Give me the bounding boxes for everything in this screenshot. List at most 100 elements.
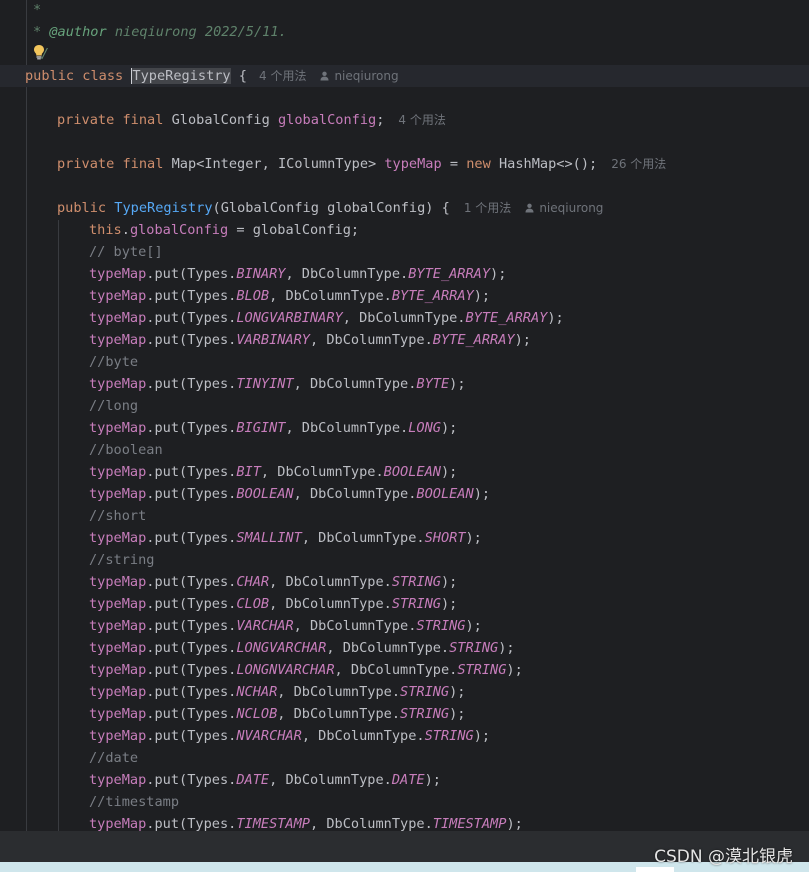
static-constant: STRING: [400, 684, 450, 700]
code-line: typeMap.put(Types.TINYINT, DbColumnType.…: [0, 373, 809, 395]
code-line: private final Map<Integer, IColumnType> …: [0, 153, 809, 175]
separator: , DbColumnType.: [301, 530, 425, 546]
brace: {: [230, 68, 247, 84]
code-line: typeMap.put(Types.NCHAR, DbColumnType.ST…: [0, 681, 809, 703]
separator: , DbColumnType.: [293, 618, 417, 634]
method-call: .put(Types.: [146, 728, 237, 744]
static-constant: BIT: [236, 464, 261, 480]
method-call: .put(Types.: [146, 332, 237, 348]
author-name: nieqiurong: [539, 201, 604, 215]
constructor-call: HashMap<>();: [498, 156, 598, 172]
field-name: typeMap: [89, 530, 147, 546]
static-constant: NCLOB: [236, 706, 278, 722]
separator: , DbColumnType.: [293, 376, 417, 392]
usages-hint[interactable]: 4 个用法: [398, 113, 445, 127]
field-name: typeMap: [89, 816, 147, 831]
call-end: );: [473, 486, 491, 502]
field-name: typeMap: [89, 728, 147, 744]
static-constant: VARBINARY: [236, 332, 310, 348]
static-constant: BIGINT: [236, 420, 286, 436]
doc-comment-star: *: [33, 24, 50, 40]
field-name: typeMap: [89, 640, 147, 656]
static-constant: CHAR: [236, 574, 270, 590]
field-name: globalConfig: [277, 112, 377, 128]
call-end: );: [473, 728, 491, 744]
dot: .: [121, 222, 130, 238]
separator: , DbColumnType.: [285, 266, 409, 282]
field-name: typeMap: [89, 266, 147, 282]
code-line: typeMap.put(Types.LONGVARCHAR, DbColumnT…: [0, 637, 809, 659]
call-end: );: [547, 310, 564, 326]
code-line: private final GlobalConfig globalConfig;…: [0, 109, 809, 131]
static-constant: STRING: [424, 728, 474, 744]
static-constant: LONGVARCHAR: [236, 640, 327, 656]
code-line: typeMap.put(Types.NVARCHAR, DbColumnType…: [0, 725, 809, 747]
static-constant: STRING: [391, 596, 441, 612]
type-name: Map<Integer, IColumnType>: [171, 156, 385, 172]
separator: , DbColumnType.: [326, 640, 450, 656]
field-name: typeMap: [89, 596, 147, 612]
method-call: .put(Types.: [146, 464, 237, 480]
assignment: = globalConfig;: [228, 222, 360, 238]
separator: , DbColumnType.: [277, 706, 401, 722]
method-call: .put(Types.: [146, 816, 237, 831]
field-name: typeMap: [89, 684, 147, 700]
method-call: .put(Types.: [146, 574, 237, 590]
separator: , DbColumnType.: [269, 574, 392, 590]
author-hint[interactable]: nieqiurong: [525, 201, 603, 215]
static-constant: CLOB: [236, 596, 270, 612]
taskbar-tab[interactable]: [636, 867, 674, 872]
code-line: typeMap.put(Types.SMALLINT, DbColumnType…: [0, 527, 809, 549]
static-constant: BOOLEAN: [383, 464, 441, 480]
watermark: CSDN @漠北银虎: [654, 847, 793, 867]
static-constant: SMALLINT: [236, 530, 302, 546]
usages-hint[interactable]: 4 个用法: [259, 69, 306, 83]
static-constant: LONG: [408, 420, 441, 436]
field-name: typeMap: [89, 706, 147, 722]
call-end: );: [449, 684, 466, 700]
code-line: typeMap.put(Types.VARBINARY, DbColumnTyp…: [0, 329, 809, 351]
call-end: );: [473, 288, 491, 304]
line-comment: //string: [89, 552, 155, 568]
separator: , DbColumnType.: [277, 684, 401, 700]
keyword: private final: [57, 156, 172, 172]
field-name: typeMap: [89, 420, 147, 436]
call-end: );: [465, 530, 482, 546]
method-call: .put(Types.: [146, 772, 237, 788]
separator: , DbColumnType.: [269, 596, 392, 612]
code-line: typeMap.put(Types.DATE, DbColumnType.DAT…: [0, 769, 809, 791]
method-call: .put(Types.: [146, 420, 237, 436]
code-line: // byte[]: [0, 241, 809, 263]
static-constant: VARCHAR: [236, 618, 294, 634]
line-comment: //timestamp: [89, 794, 180, 810]
line-comment: //long: [89, 398, 139, 414]
code-line: typeMap.put(Types.LONGNVARCHAR, DbColumn…: [0, 659, 809, 681]
static-constant: DATE: [391, 772, 425, 788]
code-line: *: [0, 0, 809, 21]
constructor-name: TypeRegistry: [114, 200, 213, 216]
code-line: //date: [0, 747, 809, 769]
doc-comment-text: nieqiurong 2022/5/11.: [106, 24, 287, 40]
static-constant: BINARY: [236, 266, 286, 282]
type-name: GlobalConfig: [171, 112, 278, 128]
static-constant: BOOLEAN: [416, 486, 474, 502]
doc-comment-star: *: [33, 2, 42, 18]
call-end: );: [514, 332, 531, 348]
code-line: typeMap.put(Types.VARCHAR, DbColumnType.…: [0, 615, 809, 637]
usages-hint[interactable]: 1 个用法: [464, 201, 511, 215]
field-name: typeMap: [89, 376, 147, 392]
field-name: typeMap: [89, 574, 147, 590]
field-name: globalConfig: [129, 222, 229, 238]
code-line: //timestamp: [0, 791, 809, 813]
static-constant: BYTE_ARRAY: [408, 266, 491, 282]
code-line: //boolean: [0, 439, 809, 461]
code-editor[interactable]: * * @author nieqiurong 2022/5/11. / publ…: [0, 0, 809, 831]
author-hint[interactable]: nieqiurong: [320, 69, 399, 83]
separator: , DbColumnType.: [293, 486, 417, 502]
field-name: typeMap: [89, 662, 147, 678]
usages-hint[interactable]: 26 个用法: [611, 157, 666, 171]
code-line: typeMap.put(Types.BOOLEAN, DbColumnType.…: [0, 483, 809, 505]
static-constant: BLOB: [236, 288, 270, 304]
code-line: public TypeRegistry(GlobalConfig globalC…: [0, 197, 809, 219]
static-constant: TIMESTAMP: [236, 816, 310, 831]
